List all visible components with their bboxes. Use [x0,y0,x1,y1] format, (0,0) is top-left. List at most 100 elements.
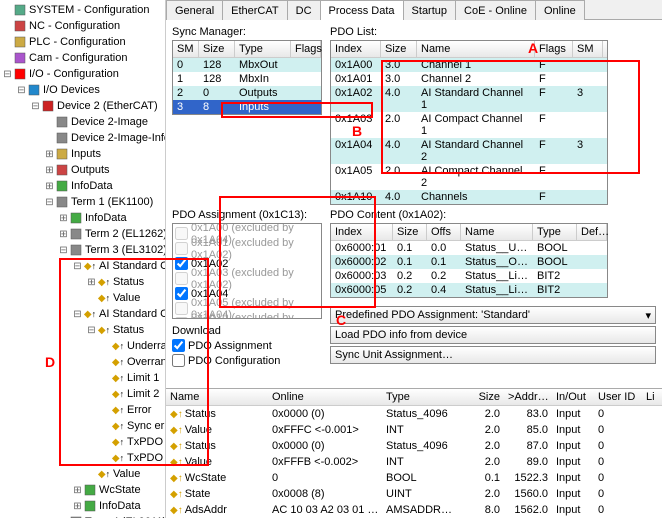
grid-row[interactable]: 0x1A013.0Channel 2F [331,72,607,86]
tree-item[interactable]: ◆↑TxPDO State [0,434,165,450]
grid-row[interactable]: 0x6000:030.20.2Status__Li…BIT2 [331,269,607,283]
tree-item[interactable]: SYSTEM - Configuration [0,2,165,18]
grid-row[interactable]: 0x6000:050.20.4Status__Li…BIT2 [331,283,607,297]
tree-item[interactable]: ⊟Device 2 (EtherCAT) [0,98,165,114]
grid-row[interactable]: 0x1A032.0AI Compact Channel 1F [331,112,607,138]
grid-row[interactable]: 0x1A003.0Channel 1F [331,58,607,72]
variable-row[interactable]: ◆↑State0x0008 (8)UINT2.01560.0Input0 [166,486,662,502]
grid-row[interactable]: 0128MbxOut [173,58,321,72]
tree-toggle-icon[interactable]: ⊞ [44,165,55,176]
tree-toggle-icon[interactable] [100,341,111,352]
tree-item[interactable]: ⊟◆↑AI Standard Channel 1 [0,258,165,274]
tree-toggle-icon[interactable]: ⊟ [72,309,83,320]
tree-toggle-icon[interactable] [100,453,111,464]
grid-row[interactable]: 0x1A024.0AI Standard Channel 1F3 [331,86,607,112]
tree-toggle-icon[interactable]: ⊟ [44,197,55,208]
tree-toggle-icon[interactable] [44,117,55,128]
tree-item[interactable]: ◆↑Overrange [0,354,165,370]
tree-toggle-icon[interactable]: ⊟ [30,101,41,112]
tree-item[interactable]: ◆↑Sync error [0,418,165,434]
tree-toggle-icon[interactable]: ⊞ [86,277,97,288]
tree-item[interactable]: ◆↑Limit 1 [0,370,165,386]
tree-item[interactable]: ◆↑Error [0,402,165,418]
grid-row[interactable]: 20Outputs [173,86,321,100]
tree-toggle-icon[interactable]: ⊞ [44,181,55,192]
pdo-assignment-box[interactable]: 0x1A00 (excluded by 0x1A04)0x1A01 (exclu… [172,223,322,319]
variable-row[interactable]: ◆↑Status0x0000 (0)Status_40962.087.0Inpu… [166,438,662,454]
tree-toggle-icon[interactable] [100,389,111,400]
grid-row[interactable]: 0x6000:020.10.1Status__O…BOOL [331,255,607,269]
tab-online[interactable]: Online [535,0,585,20]
tree-toggle-icon[interactable] [100,357,111,368]
tree-toggle-icon[interactable]: ⊞ [58,213,69,224]
pdo-configuration-checkbox[interactable]: PDO Configuration [172,354,322,367]
tree-toggle-icon[interactable] [86,469,97,480]
grid-row[interactable]: 0x6000:010.10.0Status__U…BOOL [331,241,607,255]
tree-toggle-icon[interactable]: ⊞ [72,485,83,496]
tree-item[interactable]: ◆↑TxPDO Toggle [0,450,165,466]
config-tree[interactable]: SYSTEM - Configuration NC - Configuratio… [0,0,166,518]
tree-toggle-icon[interactable] [2,37,13,48]
tab-startup[interactable]: Startup [403,0,456,20]
pdo-content-grid[interactable]: IndexSizeOffsNameTypeDef…0x6000:010.10.0… [330,223,608,298]
tree-toggle-icon[interactable]: ⊟ [2,69,13,80]
tree-toggle-icon[interactable]: ⊞ [44,149,55,160]
tree-item[interactable]: ⊟I/O Devices [0,82,165,98]
tab-general[interactable]: General [166,0,223,20]
tree-toggle-icon[interactable] [100,437,111,448]
tree-item[interactable]: NC - Configuration [0,18,165,34]
tree-item[interactable]: ⊟Term 1 (EK1100) [0,194,165,210]
variable-row[interactable]: ◆↑WcState0BOOL0.11522.3Input0 [166,470,662,486]
variable-row[interactable]: ◆↑Value0xFFFC <-0.001>INT2.085.0Input0 [166,422,662,438]
tree-item[interactable]: ⊟◆↑Status [0,322,165,338]
tree-item[interactable]: ⊞Inputs [0,146,165,162]
tree-toggle-icon[interactable] [86,293,97,304]
tree-item[interactable]: ⊟Term 3 (EL3102) [0,242,165,258]
predefined-pdo-combo[interactable]: Predefined PDO Assignment: 'Standard' [330,306,656,324]
pdo-list-grid[interactable]: IndexSizeNameFlagsSM0x1A003.0Channel 1F0… [330,40,608,205]
tree-item[interactable]: ⊞◆↑Status [0,274,165,290]
grid-row[interactable]: 0x1A104.0ChannelsF [331,190,607,204]
variable-grid[interactable]: NameOnlineTypeSize>Addr…In/OutUser IDLi◆… [166,388,662,518]
tree-item[interactable]: Cam - Configuration [0,50,165,66]
grid-row[interactable]: 38Inputs [173,100,321,114]
tree-toggle-icon[interactable] [100,405,111,416]
variable-row[interactable]: ◆↑Status0x0000 (0)Status_40962.083.0Inpu… [166,406,662,422]
load-pdo-button[interactable]: Load PDO info from device [330,326,656,344]
tree-toggle-icon[interactable]: ⊞ [58,229,69,240]
tree-toggle-icon[interactable] [2,53,13,64]
tree-toggle-icon[interactable]: ⊟ [58,245,69,256]
grid-row[interactable]: 1128MbxIn [173,72,321,86]
tree-toggle-icon[interactable] [44,133,55,144]
sync-unit-button[interactable]: Sync Unit Assignment… [330,346,656,364]
sync-manager-grid[interactable]: SMSizeTypeFlags0128MbxOut1128MbxIn20Outp… [172,40,322,115]
tree-item[interactable]: ⊞InfoData [0,498,165,514]
tree-toggle-icon[interactable] [100,373,111,384]
tab-coe-online[interactable]: CoE - Online [455,0,536,20]
tree-item[interactable]: ◆↑Underrange [0,338,165,354]
tree-toggle-icon[interactable]: ⊞ [72,501,83,512]
variable-row[interactable]: ◆↑Value0xFFFB <-0.002>INT2.089.0Input0 [166,454,662,470]
tree-item[interactable]: ⊟◆↑AI Standard Channel 2 [0,306,165,322]
tree-item[interactable]: Device 2-Image-Info [0,130,165,146]
tab-dc[interactable]: DC [287,0,321,20]
tree-toggle-icon[interactable]: ⊟ [72,261,83,272]
tree-item[interactable]: PLC - Configuration [0,34,165,50]
tree-item[interactable]: ⊞InfoData [0,178,165,194]
grid-row[interactable]: 0x1A052.0AI Compact Channel 2F [331,164,607,190]
grid-row[interactable]: 0x1A044.0AI Standard Channel 2F3 [331,138,607,164]
variable-row[interactable]: ◆↑AdsAddrAC 10 03 A2 03 01 …AMSADDR…8.01… [166,502,662,518]
tree-toggle-icon[interactable] [2,21,13,32]
tree-item[interactable]: ⊞Outputs [0,162,165,178]
tab-process-data[interactable]: Process Data [320,0,404,20]
pdo-assignment-checkbox[interactable]: PDO Assignment [172,339,322,352]
tree-item[interactable]: ◆↑Value [0,466,165,482]
tree-item[interactable]: ⊞Term 2 (EL1262) [0,226,165,242]
tree-item[interactable]: ⊞Term 4 (EL9011) [0,514,165,518]
tree-item[interactable]: ⊞WcState [0,482,165,498]
tree-toggle-icon[interactable]: ⊟ [86,325,97,336]
tree-item[interactable]: ◆↑Limit 2 [0,386,165,402]
tree-item[interactable]: Device 2-Image [0,114,165,130]
tab-ethercat[interactable]: EtherCAT [222,0,287,20]
tree-item[interactable]: ◆↑Value [0,290,165,306]
